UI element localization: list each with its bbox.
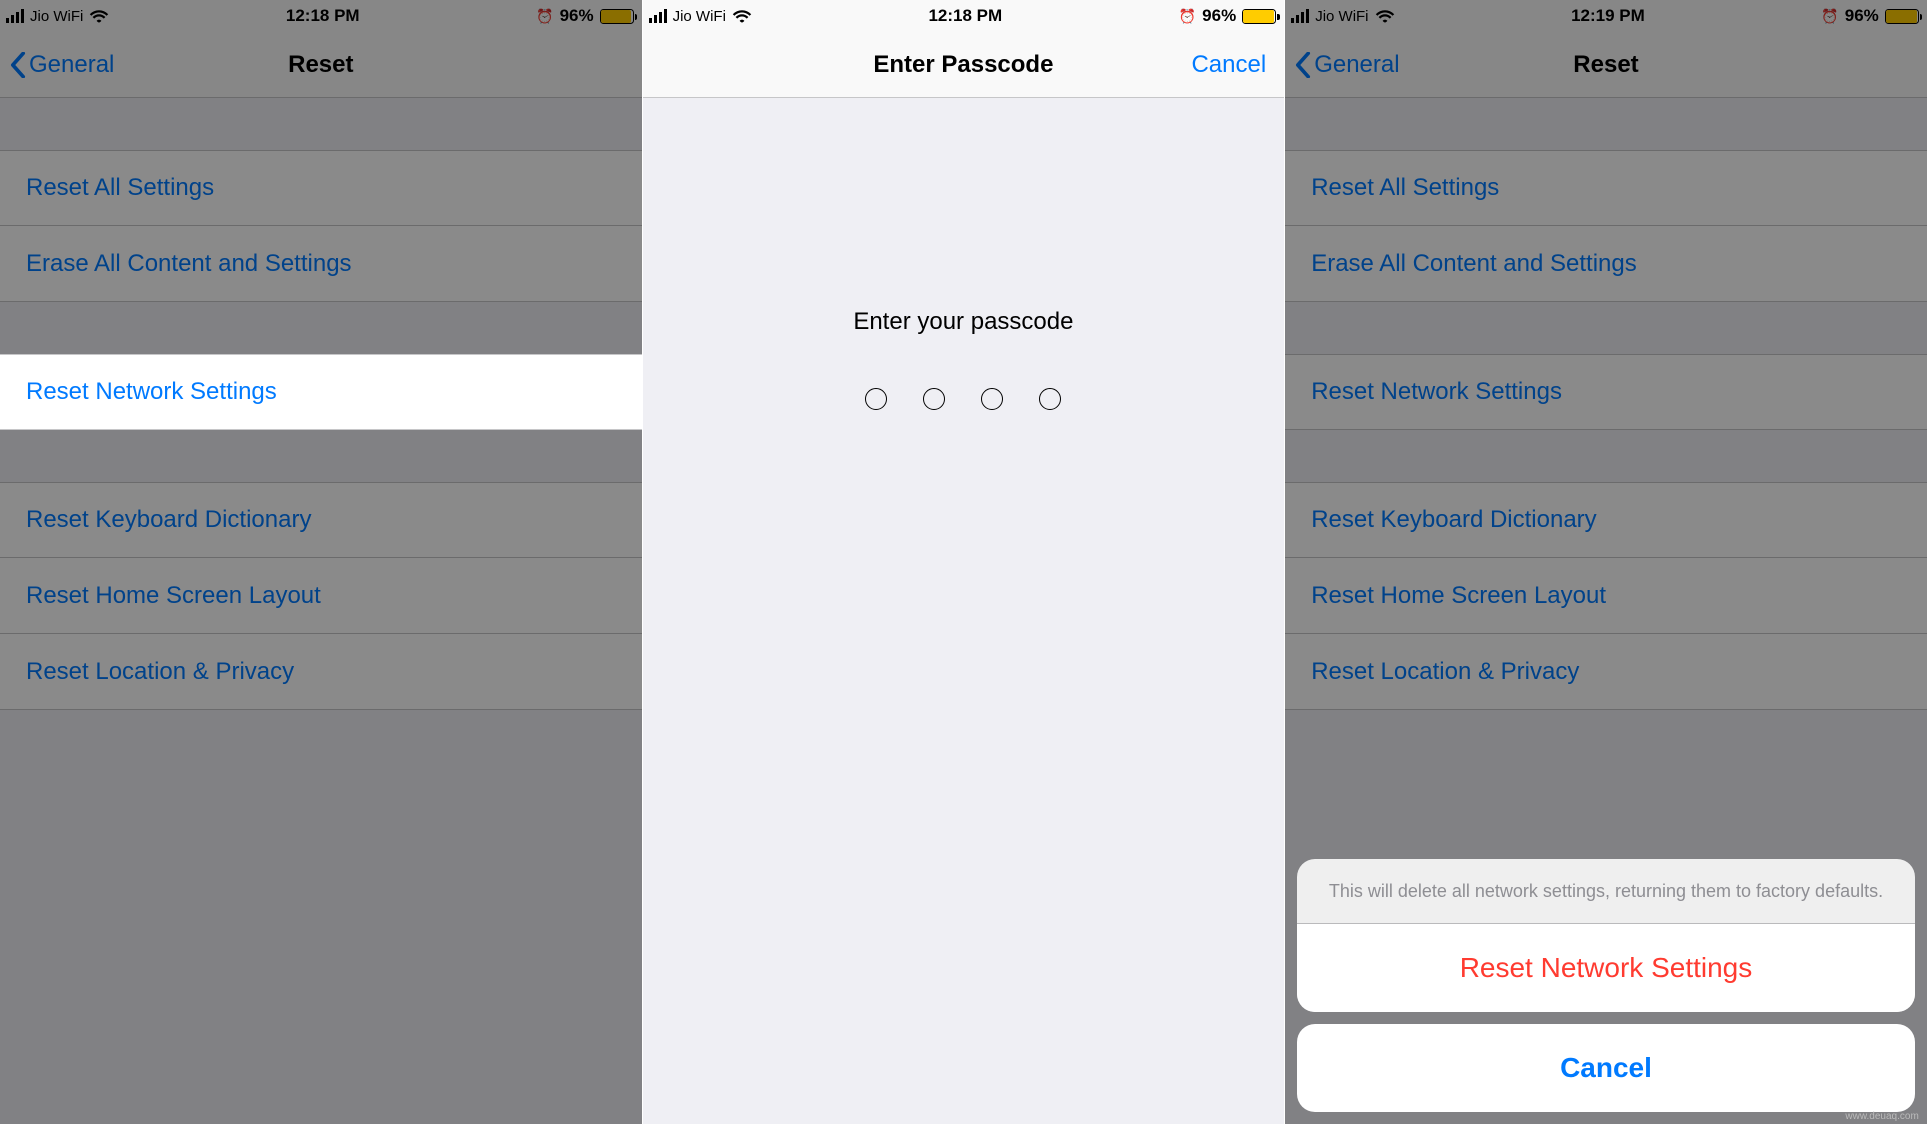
battery-percent: 96% (1845, 6, 1879, 26)
wifi-icon (89, 9, 109, 23)
row-reset-home-screen[interactable]: Reset Home Screen Layout (0, 558, 642, 634)
passcode-entry-area: Enter your passcode (643, 98, 1285, 1124)
cellular-signal-icon (6, 9, 24, 23)
row-reset-home-screen[interactable]: Reset Home Screen Layout (1285, 558, 1927, 634)
status-time: 12:18 PM (928, 6, 1002, 26)
row-reset-keyboard-dictionary[interactable]: Reset Keyboard Dictionary (0, 482, 642, 558)
cellular-signal-icon (1291, 9, 1309, 23)
row-reset-network-settings[interactable]: Reset Network Settings (1285, 354, 1927, 430)
chevron-left-icon (1295, 52, 1311, 78)
row-reset-network-settings[interactable]: Reset Network Settings (0, 354, 642, 430)
passcode-dot (865, 388, 887, 410)
watermark: www.deuaq.com (1845, 1111, 1918, 1122)
passcode-dots[interactable] (865, 388, 1061, 410)
row-reset-location-privacy[interactable]: Reset Location & Privacy (0, 634, 642, 710)
status-bar: Jio WiFi 12:18 PM ⏰ 96% (643, 0, 1285, 32)
back-button[interactable]: General (1295, 51, 1399, 79)
nav-bar: Enter Passcode Cancel (643, 32, 1285, 98)
cancel-button[interactable]: Cancel (1191, 51, 1266, 79)
back-button[interactable]: General (10, 51, 114, 79)
back-label: General (29, 51, 114, 79)
alarm-icon: ⏰ (1821, 8, 1838, 25)
cellular-signal-icon (649, 9, 667, 23)
page-title: Reset (288, 51, 353, 79)
battery-percent: 96% (1202, 6, 1236, 26)
carrier-label: Jio WiFi (30, 8, 83, 25)
sheet-message: This will delete all network settings, r… (1297, 859, 1915, 924)
battery-icon (1242, 9, 1276, 24)
battery-icon (600, 9, 634, 24)
alarm-icon: ⏰ (1179, 8, 1196, 25)
status-time: 12:19 PM (1571, 6, 1645, 26)
chevron-left-icon (10, 52, 26, 78)
carrier-label: Jio WiFi (673, 8, 726, 25)
row-reset-location-privacy[interactable]: Reset Location & Privacy (1285, 634, 1927, 710)
carrier-label: Jio WiFi (1315, 8, 1368, 25)
page-title: Enter Passcode (873, 51, 1053, 79)
back-label: General (1314, 51, 1399, 79)
row-erase-all-content[interactable]: Erase All Content and Settings (1285, 226, 1927, 302)
reset-options-list: Reset All Settings Erase All Content and… (0, 98, 642, 710)
status-time: 12:18 PM (286, 6, 360, 26)
row-reset-all-settings[interactable]: Reset All Settings (0, 150, 642, 226)
sheet-confirm-button[interactable]: Reset Network Settings (1297, 924, 1915, 1012)
reset-options-list: Reset All Settings Erase All Content and… (1285, 98, 1927, 710)
battery-percent: 96% (560, 6, 594, 26)
row-reset-keyboard-dictionary[interactable]: Reset Keyboard Dictionary (1285, 482, 1927, 558)
status-bar: Jio WiFi 12:18 PM ⏰ 96% (0, 0, 642, 32)
alarm-icon: ⏰ (536, 8, 553, 25)
sheet-cancel-button[interactable]: Cancel (1297, 1024, 1915, 1112)
wifi-icon (732, 9, 752, 23)
page-title: Reset (1573, 51, 1638, 79)
row-reset-all-settings[interactable]: Reset All Settings (1285, 150, 1927, 226)
action-sheet: This will delete all network settings, r… (1285, 847, 1927, 1124)
screen-reset-confirm: Jio WiFi 12:19 PM ⏰ 96% General Reset Re… (1285, 0, 1928, 1124)
passcode-dot (981, 388, 1003, 410)
screen-enter-passcode: Jio WiFi 12:18 PM ⏰ 96% Enter Passcode C… (643, 0, 1286, 1124)
screen-reset-list: Jio WiFi 12:18 PM ⏰ 96% General Reset Re… (0, 0, 643, 1124)
passcode-dot (923, 388, 945, 410)
nav-bar: General Reset (1285, 32, 1927, 98)
wifi-icon (1375, 9, 1395, 23)
row-erase-all-content[interactable]: Erase All Content and Settings (0, 226, 642, 302)
nav-bar: General Reset (0, 32, 642, 98)
status-bar: Jio WiFi 12:19 PM ⏰ 96% (1285, 0, 1927, 32)
battery-icon (1885, 9, 1919, 24)
passcode-prompt: Enter your passcode (853, 308, 1073, 336)
passcode-dot (1039, 388, 1061, 410)
